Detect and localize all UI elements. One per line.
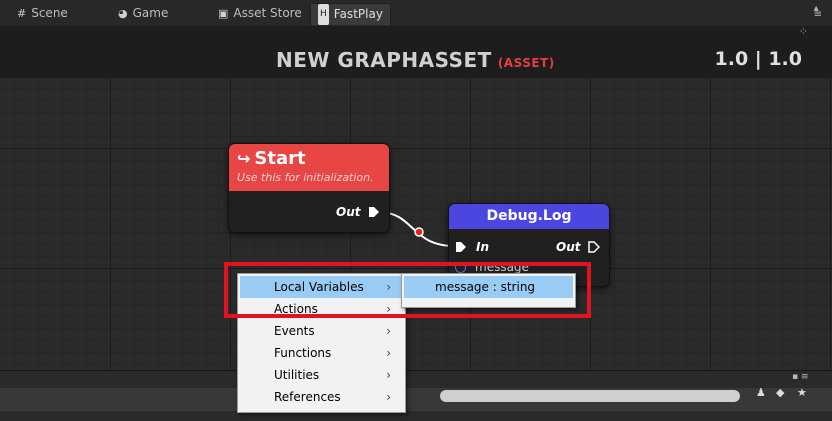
annotation-highlight-box xyxy=(224,262,591,318)
debug-in-port-icon[interactable] xyxy=(455,241,467,253)
menu-item-label: References xyxy=(274,390,341,404)
chevron-right-icon: › xyxy=(386,346,391,360)
start-out-port-icon[interactable] xyxy=(368,206,380,218)
menu-item-label: Utilities xyxy=(274,368,320,382)
debug-out-label: Out xyxy=(556,240,581,254)
start-node-header: ↪ Start Use this for initialization. xyxy=(229,144,389,191)
start-out-label: Out xyxy=(336,205,361,219)
search-input[interactable] xyxy=(440,390,740,402)
chevron-right-icon: › xyxy=(386,324,391,338)
menu-item-utilities[interactable]: Utilities › xyxy=(240,364,401,386)
wire-midpoint-icon[interactable] xyxy=(414,227,424,237)
start-node-title: ↪ Start xyxy=(237,148,381,169)
start-arrow-icon: ↪ xyxy=(237,149,251,168)
menu-item-label: Events xyxy=(274,324,315,338)
connection-wire xyxy=(377,211,456,247)
menu-item-events[interactable]: Events › xyxy=(240,320,401,342)
debug-node-title: Debug.Log xyxy=(449,204,609,229)
debug-out-port-icon[interactable] xyxy=(588,241,600,253)
chevron-right-icon: › xyxy=(386,390,391,404)
debug-in-label: In xyxy=(476,240,490,254)
menu-item-functions[interactable]: Functions › xyxy=(240,342,401,364)
person-icon[interactable]: ♟ xyxy=(756,386,766,399)
start-node[interactable]: ↪ Start Use this for initialization. Out xyxy=(228,143,390,233)
tag-icon[interactable]: ◆ xyxy=(776,386,784,399)
start-node-subtitle: Use this for initialization. xyxy=(237,171,374,184)
menu-item-references[interactable]: References › xyxy=(240,386,401,408)
chevron-right-icon: › xyxy=(386,368,391,382)
lock-icon[interactable]: ▪ ≡ xyxy=(792,372,809,382)
star-icon[interactable]: ★ xyxy=(797,386,807,399)
menu-item-label: Functions xyxy=(274,346,332,360)
start-title-text: Start xyxy=(254,148,306,169)
